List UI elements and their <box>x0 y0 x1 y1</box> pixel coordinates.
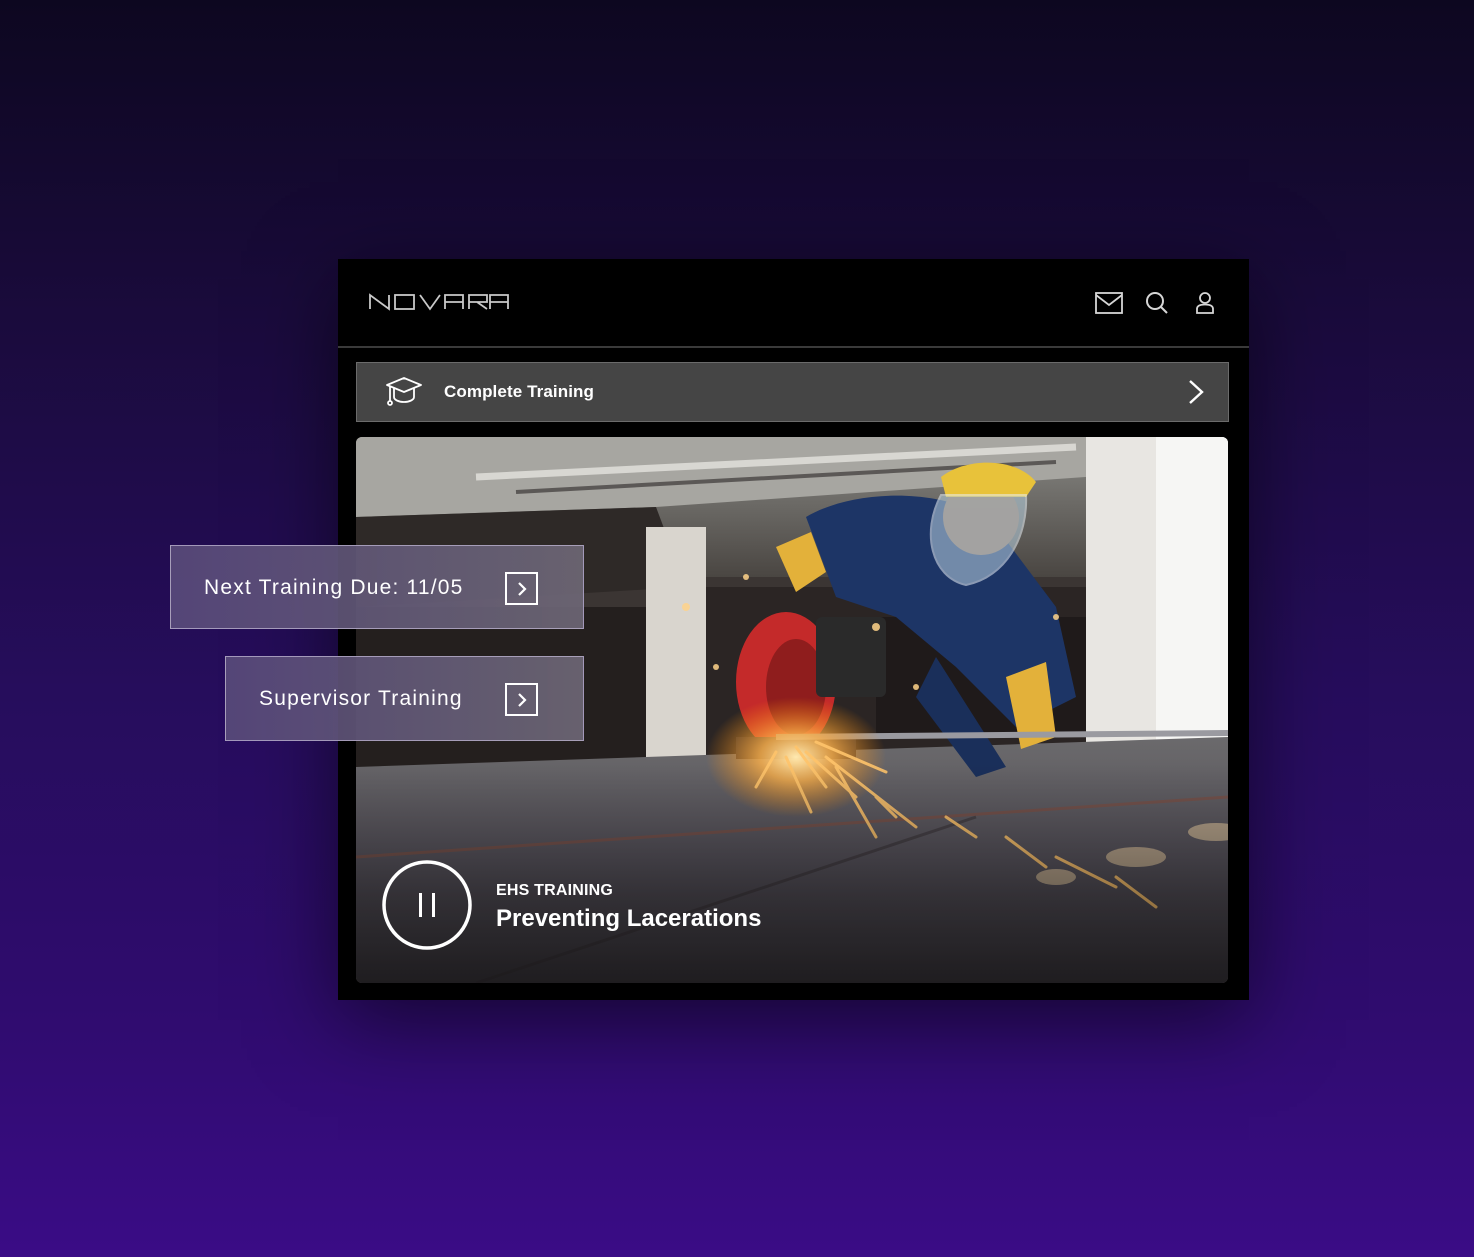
mail-icon[interactable] <box>1095 289 1123 317</box>
pause-icon <box>382 860 472 950</box>
novara-logo[interactable] <box>369 292 509 312</box>
chevron-right-icon <box>1186 379 1206 405</box>
video-category: EHS TRAINING <box>496 882 614 899</box>
next-training-card[interactable]: Next Training Due: 11/05 <box>170 545 584 629</box>
complete-training-bar[interactable]: Complete Training <box>356 362 1229 422</box>
chevron-right-icon[interactable] <box>505 572 538 605</box>
header-actions <box>1095 289 1219 317</box>
next-training-label: Next Training Due: 11/05 <box>204 576 464 599</box>
search-icon[interactable] <box>1143 289 1171 317</box>
graduation-cap-icon <box>385 376 423 408</box>
video-overlay-shade <box>356 763 1228 983</box>
video-title: Preventing Lacerations <box>496 905 762 932</box>
chevron-right-icon[interactable] <box>505 683 538 716</box>
user-icon[interactable] <box>1191 289 1219 317</box>
supervisor-training-card[interactable]: Supervisor Training <box>225 656 584 741</box>
complete-training-label: Complete Training <box>444 382 594 401</box>
supervisor-training-label: Supervisor Training <box>259 687 463 710</box>
video-meta: EHS TRAINING Preventing Lacerations <box>496 882 761 933</box>
pause-button[interactable] <box>382 860 472 950</box>
app-window: Complete Training EHS TRAINING Preventin… <box>338 259 1249 1000</box>
top-bar <box>338 259 1249 348</box>
